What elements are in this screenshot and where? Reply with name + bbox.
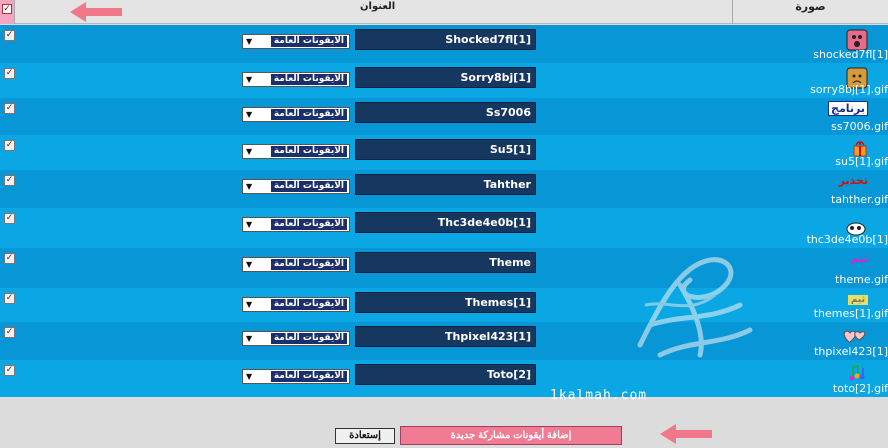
title-input[interactable]: Sorry8bj[1] [355, 67, 536, 88]
category-select[interactable]: ▼ الايقونات العامة [242, 107, 350, 122]
table-row: ✓ ▼ الايقونات العامة Sorry8bj[1] sorry8bj[1]… [0, 63, 888, 98]
chevron-down-icon: ▼ [246, 220, 253, 229]
warning-text-icon: تحذير [839, 174, 868, 194]
table-row: ✓ ▼ الايقونات العامة Tahther تحذير tahther.gi… [0, 170, 888, 208]
category-selected-value: الايقونات العامة [270, 74, 347, 85]
row-checkbox[interactable]: ✓ [4, 293, 15, 304]
file-name: toto[2].gif [832, 382, 888, 395]
theme-text-icon: ثيم [851, 252, 868, 272]
table-header: ✓ العنوان صورة [0, 0, 888, 24]
title-input[interactable]: Thc3de4e0b[1] [355, 212, 536, 233]
row-checkbox[interactable]: ✓ [4, 30, 15, 41]
category-selected-value: الايقونات العامة [270, 299, 347, 310]
chevron-down-icon: ▼ [246, 75, 253, 84]
title-input[interactable]: Theme [355, 252, 536, 273]
title-input[interactable]: Shocked7fl[1] [355, 29, 536, 50]
themes-badge-icon-label: ثيم [847, 295, 868, 305]
category-selected-value: الايقونات العامة [270, 219, 347, 230]
row-checkbox[interactable]: ✓ [4, 140, 15, 151]
category-select[interactable]: ▼ الايقونات العامة [242, 72, 350, 87]
category-selected-value: الايقونات العامة [270, 146, 347, 157]
pointer-arrow-icon [660, 424, 712, 444]
category-selected-value: الايقونات العامة [270, 181, 347, 192]
category-select[interactable]: ▼ الايقونات العامة [242, 257, 350, 272]
table-row: ✓ ▼ الايقونات العامة Shocked7fl[1] shocked7f… [0, 25, 888, 63]
theme-text-icon-label: ثيم [850, 252, 868, 265]
category-select[interactable]: ▼ الايقونات العامة [242, 179, 350, 194]
handwritten-signature [637, 257, 753, 358]
file-name: thpixel423[1] [814, 345, 888, 358]
program-label-icon: برنامج [828, 101, 868, 122]
category-select[interactable]: ▼ الايقونات العامة [242, 369, 350, 384]
chevron-down-icon: ▼ [246, 334, 253, 343]
chevron-down-icon: ▼ [246, 372, 253, 381]
category-selected-value: الايقونات العامة [270, 259, 347, 270]
warning-text-icon-label: تحذير [838, 174, 868, 187]
title-input[interactable]: Ss7006 [355, 102, 536, 123]
title-input[interactable]: Thpixel423[1] [355, 326, 536, 347]
file-name: tahther.gif [831, 193, 888, 206]
chevron-down-icon: ▼ [246, 182, 253, 191]
category-selected-value: الايقونات العامة [270, 371, 347, 382]
row-checkbox[interactable]: ✓ [4, 213, 15, 224]
restore-button[interactable]: إستعادة [335, 428, 395, 444]
category-select[interactable]: ▼ الايقونات العامة [242, 331, 350, 346]
title-input[interactable]: Su5[1] [355, 139, 536, 160]
title-input[interactable]: Toto[2] [355, 364, 536, 385]
music-notes-icon [848, 364, 868, 384]
chevron-down-icon: ▼ [246, 260, 253, 269]
row-checkbox[interactable]: ✓ [4, 365, 15, 376]
file-name: su5[1].gif [835, 155, 888, 168]
title-input[interactable]: Tahther [355, 174, 536, 195]
program-label-icon-label: برنامج [828, 101, 868, 116]
title-input[interactable]: Themes[1] [355, 292, 536, 313]
table-row: ✓ ▼ الايقونات العامة Toto[2] toto[2].gif [0, 360, 888, 397]
table-row: ✓ ▼ الايقونات العامة Thc3de4e0b[1] thc3de4e0… [0, 208, 888, 248]
category-select[interactable]: ▼ الايقونات العامة [242, 34, 350, 49]
header-divider [14, 0, 15, 24]
chevron-down-icon: ▼ [246, 110, 253, 119]
title-column-header: العنوان [360, 1, 396, 12]
category-selected-value: الايقونات العامة [270, 333, 347, 344]
row-checkbox[interactable]: ✓ [4, 68, 15, 79]
file-name: sorry8bj[1].gif [810, 83, 888, 96]
category-select[interactable]: ▼ الايقونات العامة [242, 297, 350, 312]
chevron-down-icon: ▼ [246, 300, 253, 309]
file-name: theme.gif [835, 273, 888, 286]
category-selected-value: الايقونات العامة [270, 36, 347, 47]
add-icons-button[interactable]: إضافة أيقونات مشاركة جديدة [400, 426, 622, 445]
chevron-down-icon: ▼ [246, 37, 253, 46]
table-row: ✓ ▼ الايقونات العامة Su5[1] su5[1].gif [0, 135, 888, 170]
file-name: thc3de4e0b[1] [806, 233, 888, 246]
file-name: themes[1].gif [813, 307, 888, 320]
category-select[interactable]: ▼ الايقونات العامة [242, 217, 350, 232]
file-name: shocked7fl[1] [813, 48, 888, 61]
row-checkbox[interactable]: ✓ [4, 103, 15, 114]
chevron-down-icon: ▼ [246, 147, 253, 156]
shocked-face-icon [846, 29, 868, 51]
image-column-header: صورة [732, 0, 888, 24]
row-checkbox[interactable]: ✓ [4, 253, 15, 264]
file-name: ss7006.gif [831, 120, 888, 133]
category-select[interactable]: ▼ الايقونات العامة [242, 144, 350, 159]
select-all-cell: ✓ [0, 0, 14, 24]
table-row: ✓ ▼ الايقونات العامة Ss7006 برنامج ss7006.gif [0, 98, 888, 135]
pointer-arrow-icon [70, 2, 122, 22]
hearts-icon [842, 326, 868, 346]
category-selected-value: الايقونات العامة [270, 109, 347, 120]
row-checkbox[interactable]: ✓ [4, 175, 15, 186]
select-all-checkbox[interactable]: ✓ [2, 4, 12, 14]
form-footer: إستعادة إضافة أيقونات مشاركة جديدة [0, 420, 888, 448]
site-watermark: 1kalmah.com [550, 388, 648, 403]
row-checkbox[interactable]: ✓ [4, 327, 15, 338]
